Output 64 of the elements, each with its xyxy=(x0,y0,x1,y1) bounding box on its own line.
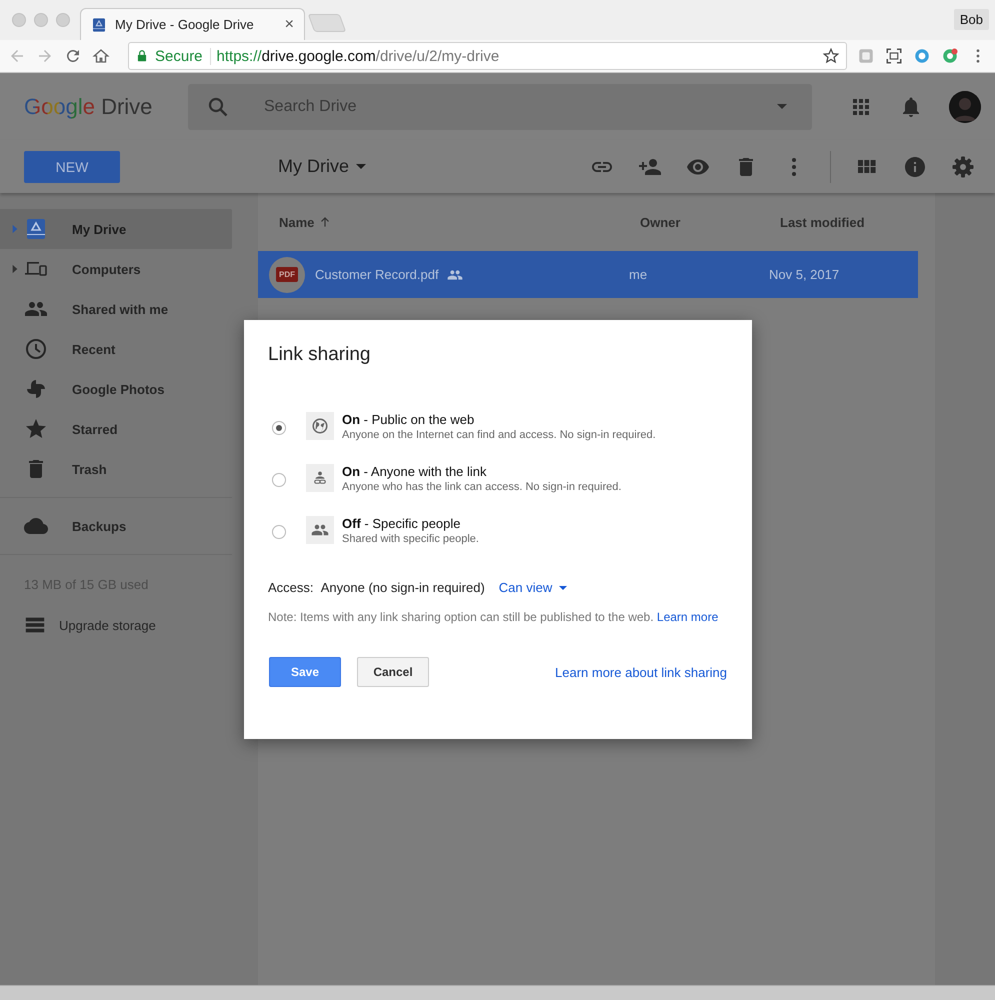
column-header[interactable]: Name xyxy=(258,214,640,230)
owner-cell-text: me xyxy=(629,267,648,282)
profile-button[interactable]: Bob xyxy=(954,9,989,30)
learn-more-link[interactable]: Learn more xyxy=(656,610,718,624)
sidebar-item[interactable]: Shared with me xyxy=(0,289,232,329)
sidebar-item[interactable]: Starred xyxy=(0,409,232,449)
note-text: Note: Items with any link sharing option can still be published to the web. Learn more xyxy=(268,610,720,624)
radio-button[interactable] xyxy=(272,525,286,539)
star-icon[interactable] xyxy=(822,47,840,65)
caret-icon[interactable] xyxy=(559,586,568,590)
settings-icon[interactable] xyxy=(951,154,975,178)
ring-icon[interactable] xyxy=(913,47,931,65)
address-bar[interactable]: Secure https://drive.google.com/drive/u/2/my-drive xyxy=(128,42,847,70)
sidebar-item[interactable]: Trash xyxy=(0,449,232,489)
info-icon[interactable] xyxy=(903,154,927,178)
folder-title-button[interactable]: My Drive xyxy=(278,156,373,177)
option-title: Off - Specific people xyxy=(342,516,462,531)
home-icon[interactable] xyxy=(92,47,110,65)
sidebar-item[interactable]: My Drive xyxy=(0,209,232,249)
column-header[interactable]: Owner xyxy=(640,214,780,230)
drive-logo[interactable]: Google Drive xyxy=(24,94,188,120)
sidebar-item[interactable]: Computers xyxy=(0,249,232,289)
access-value: Anyone (no sign-in required) xyxy=(320,580,485,595)
tab-title: My Drive - Google Drive xyxy=(115,17,255,32)
option-description: Anyone who has the link can access. No sign-in required. xyxy=(342,481,622,493)
radio-button[interactable] xyxy=(272,473,286,487)
extension-icon[interactable] xyxy=(941,47,959,65)
sidebar-item[interactable]: Recent xyxy=(0,329,232,369)
sidebar-item[interactable]: Google Photos xyxy=(0,369,232,409)
modified-cell-text: Nov 5, 2017 xyxy=(769,267,840,282)
browser-tab[interactable]: My Drive - Google Drive × xyxy=(80,8,305,40)
tab-close-button[interactable]: × xyxy=(284,16,294,34)
file-name: Customer Record.pdf xyxy=(315,267,439,282)
globe-icon xyxy=(311,417,329,435)
cancel-button[interactable]: Cancel xyxy=(357,657,429,687)
access-label: Access: xyxy=(268,580,314,595)
screenshot-icon[interactable] xyxy=(885,47,903,65)
option-description: Anyone on the Internet can find and access. No sign-in required. xyxy=(342,429,656,441)
radio-button[interactable] xyxy=(272,421,286,435)
search-field[interactable]: Search Drive xyxy=(188,84,812,130)
person-link-icon xyxy=(311,469,329,487)
new-button[interactable]: NEW xyxy=(24,150,120,182)
avatar[interactable] xyxy=(949,90,981,122)
scrollbar[interactable] xyxy=(0,985,995,1000)
option-title: On - Anyone with the link xyxy=(342,464,488,479)
drive-icon xyxy=(24,217,48,241)
save-button[interactable]: Save xyxy=(269,657,341,687)
dialog-title: Link sharing xyxy=(268,344,372,366)
caret-icon[interactable] xyxy=(356,164,366,169)
lock-icon xyxy=(135,49,149,63)
sidebar-item[interactable]: Backups xyxy=(0,506,232,546)
caret-icon[interactable] xyxy=(777,104,787,109)
permission-dropdown[interactable]: Can view xyxy=(498,580,574,595)
url-text: https://drive.google.com/drive/u/2/my-drive xyxy=(216,48,500,64)
upgrade-storage-link[interactable]: Upgrade storage xyxy=(0,605,232,645)
help-link[interactable]: Learn more about link sharing xyxy=(555,664,727,680)
reload-icon[interactable] xyxy=(64,47,82,65)
option-description: Shared with specific people. xyxy=(342,533,479,545)
pdf-file-icon: PDF xyxy=(276,267,298,282)
column-header[interactable]: Last modified xyxy=(780,214,910,230)
option-title: On - Public on the web xyxy=(342,412,476,427)
file-row[interactable]: PDF Customer Record.pdf me Nov 5, 2017 xyxy=(258,251,918,298)
drive-logo-icon xyxy=(91,16,107,32)
secure-label: Secure xyxy=(155,48,211,64)
